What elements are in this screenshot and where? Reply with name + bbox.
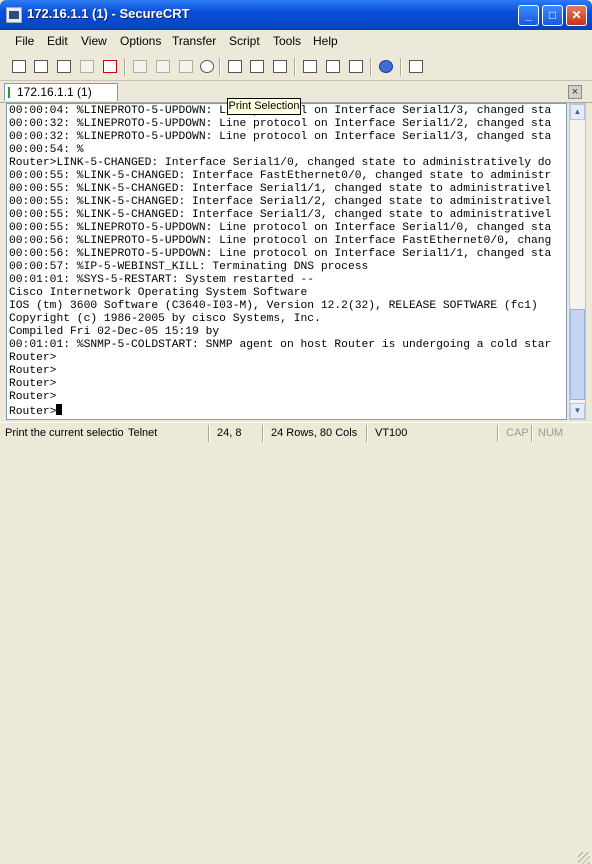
terminal-line: Compiled Fri 02-Dec-05 15:19 by (9, 326, 220, 338)
print-selection-icon[interactable] (226, 57, 244, 75)
status-divider (497, 425, 499, 442)
resize-grip-icon[interactable] (578, 852, 590, 864)
terminal-line: 00:00:55: %LINK-5-CHANGED: Interface Ser… (9, 183, 552, 195)
reconnect-icon[interactable] (78, 57, 96, 75)
customize-icon[interactable] (407, 57, 425, 75)
find-icon[interactable] (198, 57, 216, 75)
terminal-area[interactable]: 00:00:04: %LINEPROTO-5-UPDOWN: Line prot… (6, 103, 567, 420)
help-icon[interactable] (377, 57, 395, 75)
menu-file[interactable]: File (15, 34, 34, 48)
connected-indicator-icon (8, 87, 10, 98)
status-emulation: VT100 (375, 427, 408, 439)
print-icon[interactable] (271, 57, 289, 75)
menu-edit[interactable]: Edit (47, 34, 68, 48)
status-protocol: Telnet (128, 427, 158, 439)
print-setup-icon[interactable] (248, 57, 266, 75)
copy-paste-icon[interactable] (177, 57, 195, 75)
status-terminal-size: 24 Rows, 80 Cols (271, 427, 358, 439)
terminal-line: Router>LINK-5-CHANGED: Interface Serial1… (9, 157, 552, 169)
terminal-cursor (56, 404, 63, 415)
terminal-line: Router> (9, 352, 57, 364)
status-divider (262, 425, 264, 442)
menu-transfer[interactable]: Transfer (172, 34, 216, 48)
menu-script[interactable]: Script (229, 34, 260, 48)
terminal-line: 00:00:56: %LINEPROTO-5-UPDOWN: Line prot… (9, 248, 552, 260)
status-caps-lock: CAP (506, 427, 529, 439)
menu-view[interactable]: View (81, 34, 107, 48)
tooltip: Print Selection (227, 98, 301, 115)
connect-icon[interactable] (10, 57, 28, 75)
connect-in-tab-icon[interactable] (55, 57, 73, 75)
scrollbar-thumb[interactable] (570, 309, 585, 400)
paste-icon[interactable] (154, 57, 172, 75)
toolbar-separator (370, 58, 372, 76)
tab-session[interactable]: 172.16.1.1 (1) (4, 83, 118, 101)
scroll-up-arrow-icon[interactable]: ▲ (570, 104, 585, 120)
tab-label: 172.16.1.1 (1) (17, 85, 92, 99)
terminal-line: 00:00:54: % (9, 144, 84, 156)
menu-tools[interactable]: Tools (273, 34, 301, 48)
status-bar: Print the current selectio Telnet 24, 8 … (0, 422, 592, 864)
toolbar-separator (124, 58, 126, 76)
terminal-line: 00:00:55: %LINK-5-CHANGED: Interface Ser… (9, 196, 552, 208)
toolbar (0, 52, 592, 81)
maximize-button[interactable]: □ (542, 5, 563, 26)
terminal-line: IOS (tm) 3600 Software (C3640-I03-M), Ve… (9, 300, 538, 312)
status-num-lock: NUM (538, 427, 564, 439)
status-divider (531, 425, 533, 442)
terminal-line: 00:01:01: %SYS-5-RESTART: System restart… (9, 274, 315, 286)
scroll-down-arrow-icon[interactable]: ▼ (570, 403, 585, 419)
vertical-scrollbar[interactable]: ▲ ▼ (569, 103, 586, 420)
terminal-line: Cisco Internetwork Operating System Soft… (9, 287, 308, 299)
keymap-icon[interactable] (347, 57, 365, 75)
terminal-line: 00:00:57: %IP-5-WEBINST_KILL: Terminatin… (9, 261, 369, 273)
close-tab-icon[interactable]: × (568, 85, 582, 99)
close-button[interactable]: ✕ (566, 5, 587, 26)
terminal-line: 00:00:55: %LINK-5-CHANGED: Interface Fas… (9, 170, 552, 182)
terminal-line: 00:00:32: %LINEPROTO-5-UPDOWN: Line prot… (9, 131, 552, 143)
terminal-line: Router> (9, 365, 57, 377)
global-options-icon[interactable] (324, 57, 342, 75)
copy-icon[interactable] (131, 57, 149, 75)
terminal-line: Router> (9, 378, 57, 390)
menu-help[interactable]: Help (313, 34, 338, 48)
window-title: 172.16.1.1 (1) - SecureCRT (27, 6, 190, 21)
terminal-line: Router> (9, 404, 63, 419)
disconnect-icon[interactable] (101, 57, 119, 75)
title-bar[interactable]: 172.16.1.1 (1) - SecureCRT _ □ ✕ (0, 0, 592, 30)
minimize-button[interactable]: _ (518, 5, 539, 26)
status-cursor-position: 24, 8 (217, 427, 242, 439)
terminal-line: 00:00:55: %LINEPROTO-5-UPDOWN: Line prot… (9, 222, 552, 234)
status-divider (366, 425, 368, 442)
app-icon (6, 7, 22, 23)
toolbar-separator (400, 58, 402, 76)
toolbar-separator (219, 58, 221, 76)
terminal-line: Router> (9, 391, 57, 403)
quick-connect-icon[interactable] (32, 57, 50, 75)
terminal-line: 00:00:55: %LINK-5-CHANGED: Interface Ser… (9, 209, 552, 221)
session-options-icon[interactable] (301, 57, 319, 75)
status-message: Print the current selectio (5, 427, 124, 439)
menu-options[interactable]: Options (120, 34, 161, 48)
terminal-line: 00:00:56: %LINEPROTO-5-UPDOWN: Line prot… (9, 235, 552, 247)
status-divider (208, 425, 210, 442)
terminal-line: 00:00:32: %LINEPROTO-5-UPDOWN: Line prot… (9, 118, 552, 130)
terminal-line: 00:01:01: %SNMP-5-COLDSTART: SNMP agent … (9, 339, 552, 351)
toolbar-separator (294, 58, 296, 76)
terminal-line: Copyright (c) 1986-2005 by cisco Systems… (9, 313, 321, 325)
menu-bar: File Edit View Options Transfer Script T… (0, 30, 592, 52)
